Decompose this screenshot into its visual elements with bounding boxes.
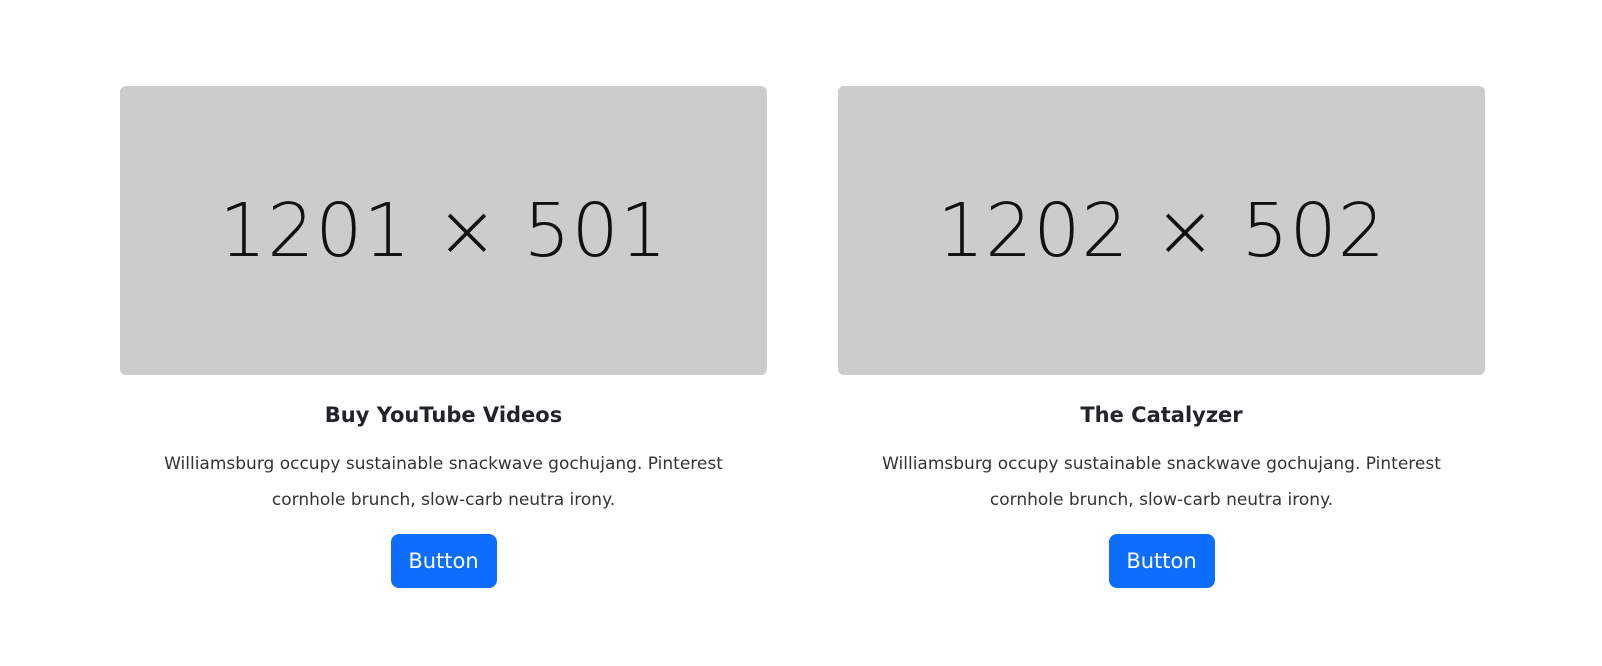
card-title: The Catalyzer bbox=[1080, 403, 1243, 427]
card-title: Buy YouTube Videos bbox=[324, 403, 563, 427]
card-button[interactable]: Button bbox=[390, 534, 497, 589]
feature-section: 1201 × 501 Buy YouTube Videos Williamsbu… bbox=[0, 0, 1602, 666]
placeholder-dimensions-text: 1202 × 502 bbox=[937, 187, 1386, 274]
card-description: Williamsburg occupy sustainable snackwav… bbox=[882, 454, 1441, 511]
card-image-placeholder: 1202 × 502 bbox=[838, 86, 1485, 375]
card-description: Williamsburg occupy sustainable snackwav… bbox=[164, 454, 723, 511]
placeholder-dimensions-text: 1201 × 501 bbox=[219, 187, 668, 274]
feature-card-2: 1202 × 502 The Catalyzer Williamsburg oc… bbox=[838, 86, 1485, 589]
card-button[interactable]: Button bbox=[1108, 534, 1215, 589]
feature-card-1: 1201 × 501 Buy YouTube Videos Williamsbu… bbox=[120, 86, 767, 589]
card-image-placeholder: 1201 × 501 bbox=[120, 86, 767, 375]
